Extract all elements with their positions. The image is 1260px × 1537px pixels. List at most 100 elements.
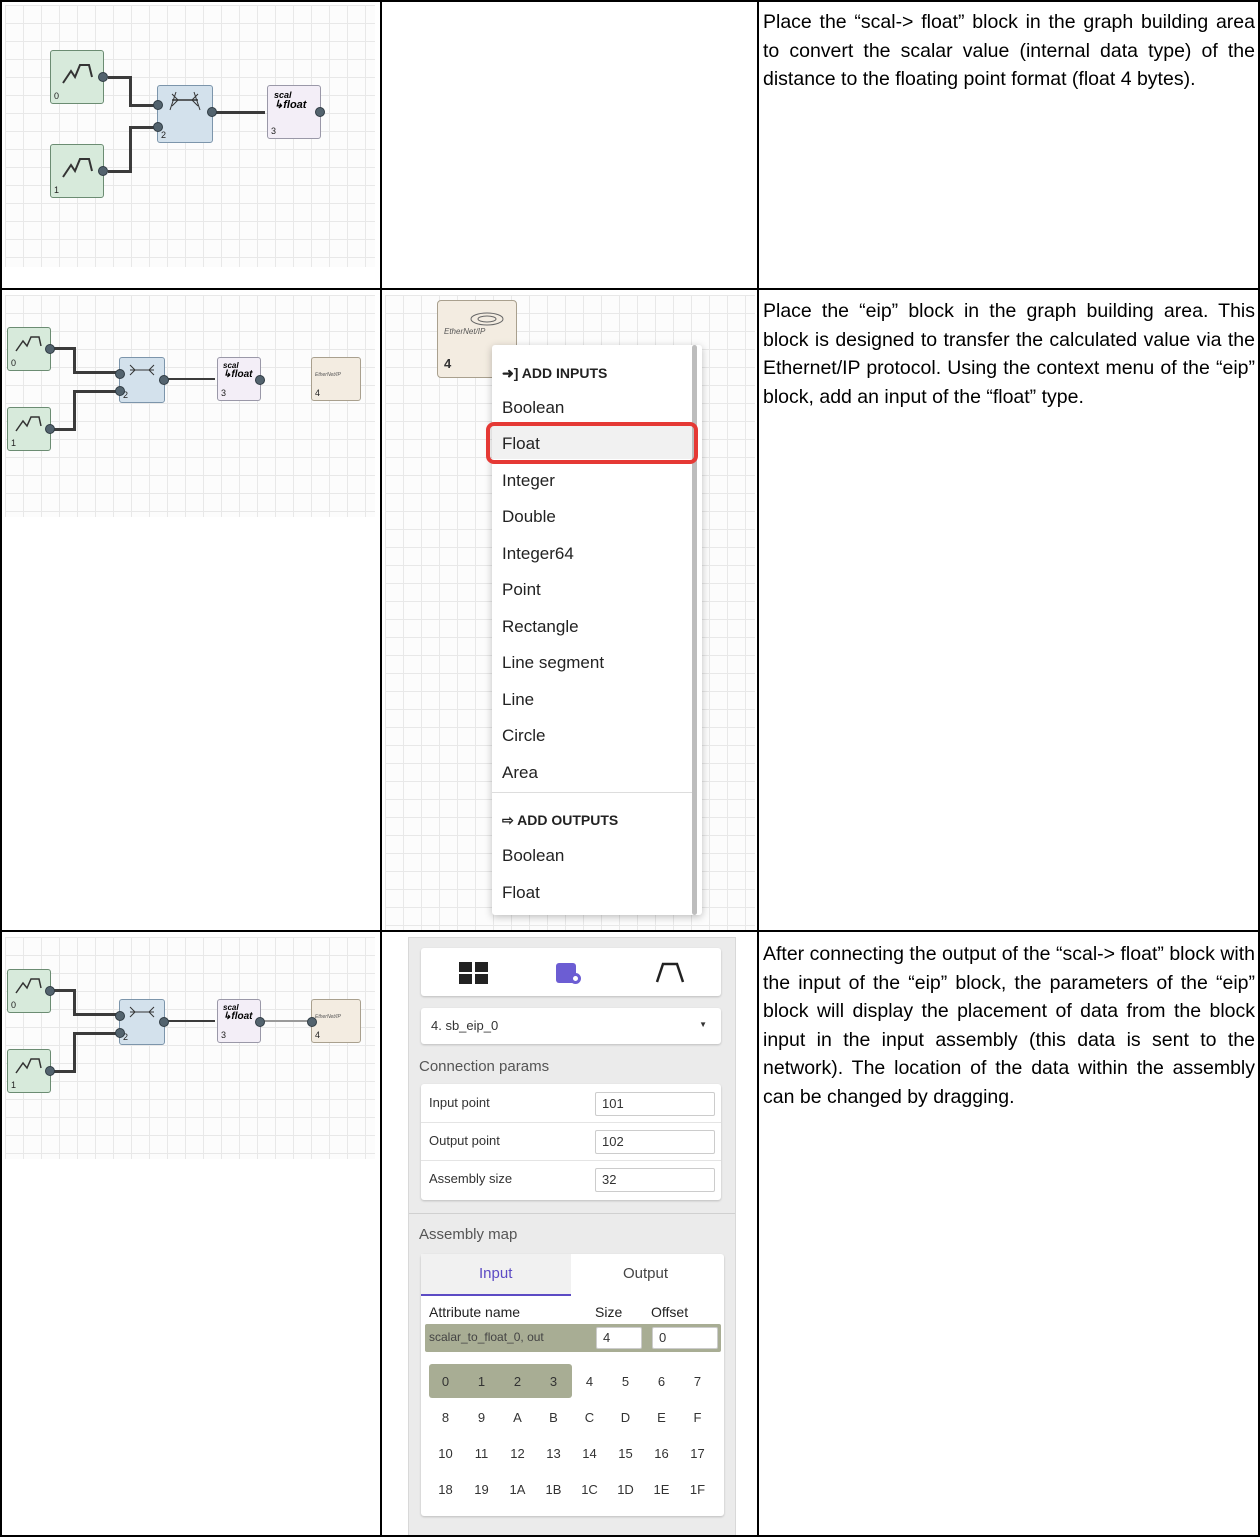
byte-cell[interactable]: 1D	[609, 1482, 642, 1497]
byte-cell[interactable]: 5	[609, 1374, 642, 1389]
output-point-field[interactable]: 102	[595, 1130, 715, 1154]
byte-cell[interactable]: 1A	[501, 1482, 534, 1497]
byte-cell[interactable]: 6	[645, 1374, 678, 1389]
distance-icon	[169, 91, 201, 111]
signal-icon	[15, 978, 42, 994]
byte-cell[interactable]: 1C	[573, 1482, 606, 1497]
menu-item-boolean[interactable]: Boolean	[502, 398, 564, 418]
attribute-row[interactable]: scalar_to_float_0, out 4 0	[425, 1324, 721, 1352]
converter-label-bottom: float	[231, 1011, 253, 1022]
attribute-offset-field[interactable]: 0	[652, 1327, 718, 1349]
byte-cell[interactable]: 7	[681, 1374, 714, 1389]
attribute-size-field[interactable]: 4	[596, 1327, 642, 1349]
panel-tabs	[421, 948, 721, 996]
byte-cell[interactable]: 1E	[645, 1482, 678, 1497]
byte-cell[interactable]: 17	[681, 1446, 714, 1461]
add-inputs-icon: ➜]	[502, 365, 519, 381]
menu-item-double[interactable]: Double	[502, 507, 556, 527]
distance-icon	[129, 1006, 155, 1018]
block-settings-icon[interactable]	[556, 961, 584, 985]
converter-label-bottom: float	[283, 99, 307, 111]
distance-icon	[129, 364, 155, 376]
assembly-size-field[interactable]: 32	[595, 1168, 715, 1192]
byte-cell[interactable]: 0	[429, 1374, 462, 1389]
byte-cell[interactable]: 18	[429, 1482, 462, 1497]
byte-cell[interactable]: 1B	[537, 1482, 570, 1497]
block-select[interactable]: 4. sb_eip_0 ▼	[421, 1008, 721, 1044]
input-point-field[interactable]: 101	[595, 1092, 715, 1116]
menu-item-line[interactable]: Line	[502, 690, 534, 710]
source-block-0[interactable]: 0	[7, 327, 55, 371]
byte-cell[interactable]: 9	[465, 1410, 498, 1425]
block-id: 0	[11, 358, 17, 368]
signal-icon	[62, 64, 93, 84]
byte-cell[interactable]: 14	[573, 1446, 606, 1461]
scal-float-block-3[interactable]: scal ↳float 3	[217, 357, 265, 401]
menu-item-output-boolean[interactable]: Boolean	[502, 846, 564, 866]
assembly-size-label: Assembly size	[429, 1171, 513, 1186]
byte-cell[interactable]: 19	[465, 1482, 498, 1497]
byte-cell[interactable]: 16	[645, 1446, 678, 1461]
byte-cell[interactable]: F	[681, 1410, 714, 1425]
byte-cell[interactable]: E	[645, 1410, 678, 1425]
col-size: Size	[595, 1304, 623, 1320]
source-block-1[interactable]: 1	[7, 407, 55, 451]
tab-output[interactable]: Output	[571, 1254, 724, 1294]
scal-float-block-3[interactable]: scal ↳float 3	[217, 999, 265, 1043]
byte-cell[interactable]: 8	[429, 1410, 462, 1425]
block-id: 1	[54, 185, 60, 195]
connection-params-list: Input point 101 Output point 102 Assembl…	[421, 1084, 721, 1200]
block-id: 3	[221, 388, 227, 398]
add-inputs-header: ➜] ADD INPUTS	[502, 365, 608, 381]
byte-cell[interactable]: 15	[609, 1446, 642, 1461]
menu-item-integer64[interactable]: Integer64	[502, 544, 574, 564]
byte-cell[interactable]: 1F	[681, 1482, 714, 1497]
menu-item-rectangle[interactable]: Rectangle	[502, 617, 579, 637]
converter-label-bottom: float	[231, 369, 253, 380]
ethernet-ip-logo: EtherNet/IP	[315, 1014, 341, 1020]
byte-cell[interactable]: 2	[501, 1374, 534, 1389]
menu-item-output-float[interactable]: Float	[502, 883, 540, 903]
signal-icon	[15, 336, 42, 352]
distance-block-2[interactable]: 2	[115, 999, 169, 1045]
menu-item-area[interactable]: Area	[502, 763, 538, 783]
source-block-0[interactable]: 0	[7, 969, 55, 1013]
document-table: 0 1 2 scal ↳float 3 Place the “scal-> fl…	[0, 0, 1260, 1537]
blocks-grid-icon[interactable]	[459, 962, 489, 984]
eip-block-4[interactable]: EtherNet/IP 4	[311, 357, 361, 401]
byte-cell[interactable]: 1	[465, 1374, 498, 1389]
byte-cell[interactable]: 13	[537, 1446, 570, 1461]
distance-block-2[interactable]: 2	[153, 85, 217, 143]
byte-cell[interactable]: C	[573, 1410, 606, 1425]
byte-cell[interactable]: D	[609, 1410, 642, 1425]
source-block-1[interactable]: 1	[50, 144, 108, 198]
menu-item-line-segment[interactable]: Line segment	[502, 653, 604, 673]
scal-float-block-3[interactable]: scal ↳float 3	[267, 85, 325, 139]
row3-graph-panel: 0 1 2 scal ↳float 3 EtherNet/IP 4	[5, 937, 375, 1159]
byte-cell[interactable]: 11	[465, 1446, 498, 1461]
distance-block-2[interactable]: 2	[115, 357, 169, 403]
col-offset: Offset	[651, 1304, 689, 1320]
menu-divider	[492, 792, 692, 793]
signal-icon	[15, 1058, 42, 1074]
tab-input[interactable]: Input	[421, 1254, 571, 1296]
row2-description: Place the “eip” block in the graph build…	[763, 300, 1255, 408]
menu-item-circle[interactable]: Circle	[502, 726, 545, 746]
byte-cell[interactable]: 4	[573, 1374, 606, 1389]
byte-cell[interactable]: A	[501, 1410, 534, 1425]
source-block-0[interactable]: 0	[50, 50, 108, 104]
row1-description: Place the “scal-> float” block in the gr…	[763, 11, 1255, 90]
byte-cell[interactable]: 3	[537, 1374, 570, 1389]
source-block-1[interactable]: 1	[7, 1049, 55, 1093]
block-id: 0	[54, 91, 60, 101]
byte-cell[interactable]: B	[537, 1410, 570, 1425]
assembly-map-title: Assembly map	[419, 1226, 518, 1243]
eip-block-4[interactable]: EtherNet/IP 4	[307, 999, 361, 1043]
byte-cell[interactable]: 12	[501, 1446, 534, 1461]
block-id: 3	[271, 126, 277, 136]
byte-cell[interactable]: 10	[429, 1446, 462, 1461]
section-divider	[409, 1213, 735, 1214]
graph-icon[interactable]	[655, 960, 685, 986]
menu-item-point[interactable]: Point	[502, 580, 541, 600]
menu-item-integer[interactable]: Integer	[502, 471, 555, 491]
